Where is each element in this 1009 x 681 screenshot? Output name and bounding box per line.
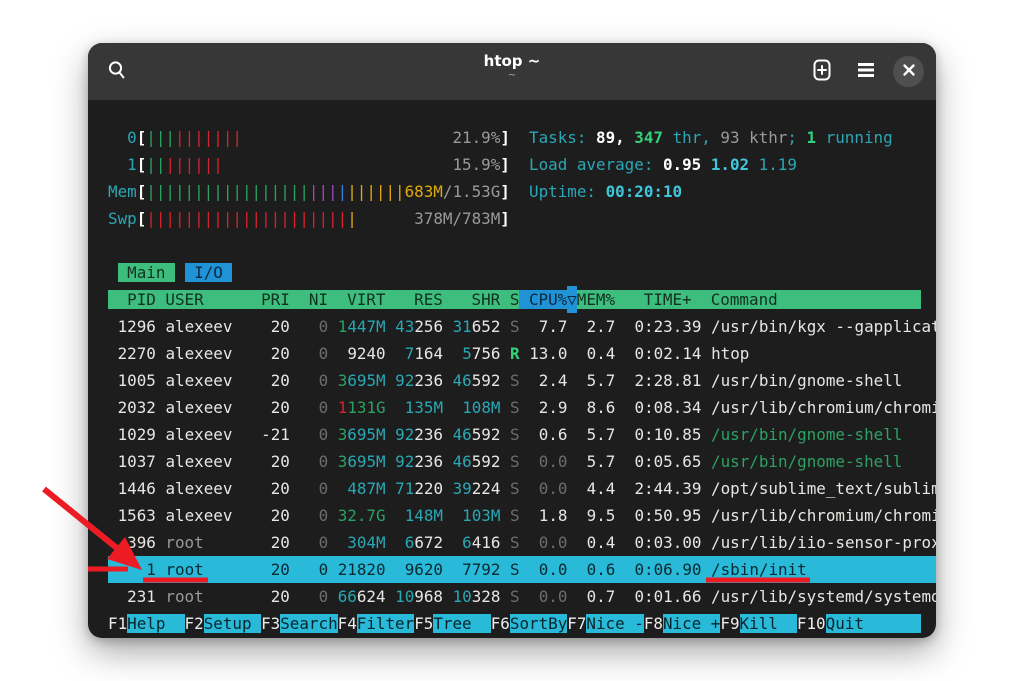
- fkey-F7-label[interactable]: Nice -: [586, 614, 643, 633]
- process-row-pid-1005[interactable]: 1005 alexeev 20 0 3695M 92236 46592 S 2.…: [108, 367, 936, 394]
- titlebar: htop ~ ~: [88, 43, 936, 100]
- fkey-F5-label[interactable]: Tree: [433, 614, 490, 633]
- fkey-F6[interactable]: F6: [491, 614, 510, 633]
- fkey-F7[interactable]: F7: [567, 614, 586, 633]
- fkey-F3-label[interactable]: Search: [280, 614, 337, 633]
- new-tab-icon: [811, 58, 833, 86]
- column-header-segment[interactable]: PID USER PRI NI VIRT RES SHR S: [108, 290, 519, 309]
- column-header-segment[interactable]: ▽: [567, 286, 577, 313]
- fkey-F5[interactable]: F5: [414, 614, 433, 633]
- fkey-F1[interactable]: F1: [108, 614, 127, 633]
- fkey-F10[interactable]: F10: [797, 614, 826, 633]
- process-row-pid-1[interactable]: 1 root 20 0 21820 9620 7792 S 0.0 0.6 0:…: [108, 556, 936, 583]
- menu-icon: [856, 61, 876, 83]
- process-row-pid-1029[interactable]: 1029 alexeev -21 0 3695M 92236 46592 S 0…: [108, 421, 936, 448]
- process-row-pid-231[interactable]: 231 root 20 0 66624 10968 10328 S 0.0 0.…: [108, 583, 936, 610]
- fkey-F6-label[interactable]: SortBy: [510, 614, 567, 633]
- terminal-window: htop ~ ~: [88, 43, 936, 638]
- fkey-F3[interactable]: F3: [261, 614, 280, 633]
- fkey-F8[interactable]: F8: [644, 614, 663, 633]
- close-icon: [902, 62, 916, 81]
- terminal-screen: 0[|||||||||| 21.9%] Tasks: 89, 347 thr, …: [88, 100, 936, 637]
- desktop: htop ~ ~: [0, 0, 1009, 681]
- column-header-segment[interactable]: CPU%: [519, 290, 567, 309]
- fkey-F8-label[interactable]: Nice +: [663, 614, 720, 633]
- process-row-pid-1296[interactable]: 1296 alexeev 20 0 1447M 43256 31652 S 7.…: [108, 313, 936, 340]
- process-row-pid-396[interactable]: 396 root 20 0 304M 6672 6416 S 0.0 0.4 0…: [108, 529, 936, 556]
- new-tab-button[interactable]: [805, 55, 839, 89]
- fkey-F2-label[interactable]: Setup: [204, 614, 261, 633]
- meter-line-cpu1: 1[|||||||| 15.9%] Load average: 0.95 1.0…: [108, 151, 936, 178]
- fkey-F9-label[interactable]: Kill: [740, 614, 797, 633]
- process-row-pid-1563[interactable]: 1563 alexeev 20 0 32.7G 148M 103M S 1.8 …: [108, 502, 936, 529]
- tab-main[interactable]: Main: [118, 263, 175, 282]
- meter-line-swp: Swp[|||||||||||||||||||||| 378M/783M]: [108, 205, 936, 232]
- fkey-F4[interactable]: F4: [338, 614, 357, 633]
- process-row-pid-2032[interactable]: 2032 alexeev 20 0 1131G 135M 108M S 2.9 …: [108, 394, 936, 421]
- menu-button[interactable]: [849, 55, 883, 89]
- fkey-F2[interactable]: F2: [185, 614, 204, 633]
- search-icon: [107, 60, 127, 84]
- tab-io[interactable]: I/O: [185, 263, 233, 282]
- close-button[interactable]: [893, 56, 924, 87]
- column-header-segment[interactable]: MEM% TIME+ Command: [577, 290, 778, 309]
- fkey-F1-label[interactable]: Help: [127, 614, 184, 633]
- fkey-F10-label[interactable]: Quit: [826, 614, 922, 633]
- table-column-header: PID USER PRI NI VIRT RES SHR S CPU%▽MEM%…: [108, 286, 936, 313]
- meter-line-mem: Mem[|||||||||||||||||||||||||||683M/1.53…: [108, 178, 936, 205]
- blank-line: [108, 232, 936, 259]
- screen-tabs: Main I/O: [108, 259, 936, 286]
- meter-line-cpu0: 0[|||||||||| 21.9%] Tasks: 89, 347 thr, …: [108, 124, 936, 151]
- function-key-bar: F1Help F2Setup F3SearchF4FilterF5Tree F6…: [108, 610, 936, 637]
- process-row-pid-2270[interactable]: 2270 alexeev 20 0 9240 7164 5756 R 13.0 …: [108, 340, 936, 367]
- process-row-pid-1037[interactable]: 1037 alexeev 20 0 3695M 92236 46592 S 0.…: [108, 448, 936, 475]
- fkey-F9[interactable]: F9: [720, 614, 739, 633]
- process-row-pid-1446[interactable]: 1446 alexeev 20 0 487M 71220 39224 S 0.0…: [108, 475, 936, 502]
- fkey-F4-label[interactable]: Filter: [357, 614, 414, 633]
- column-header-segment[interactable]: [778, 290, 922, 309]
- search-button[interactable]: [100, 55, 134, 89]
